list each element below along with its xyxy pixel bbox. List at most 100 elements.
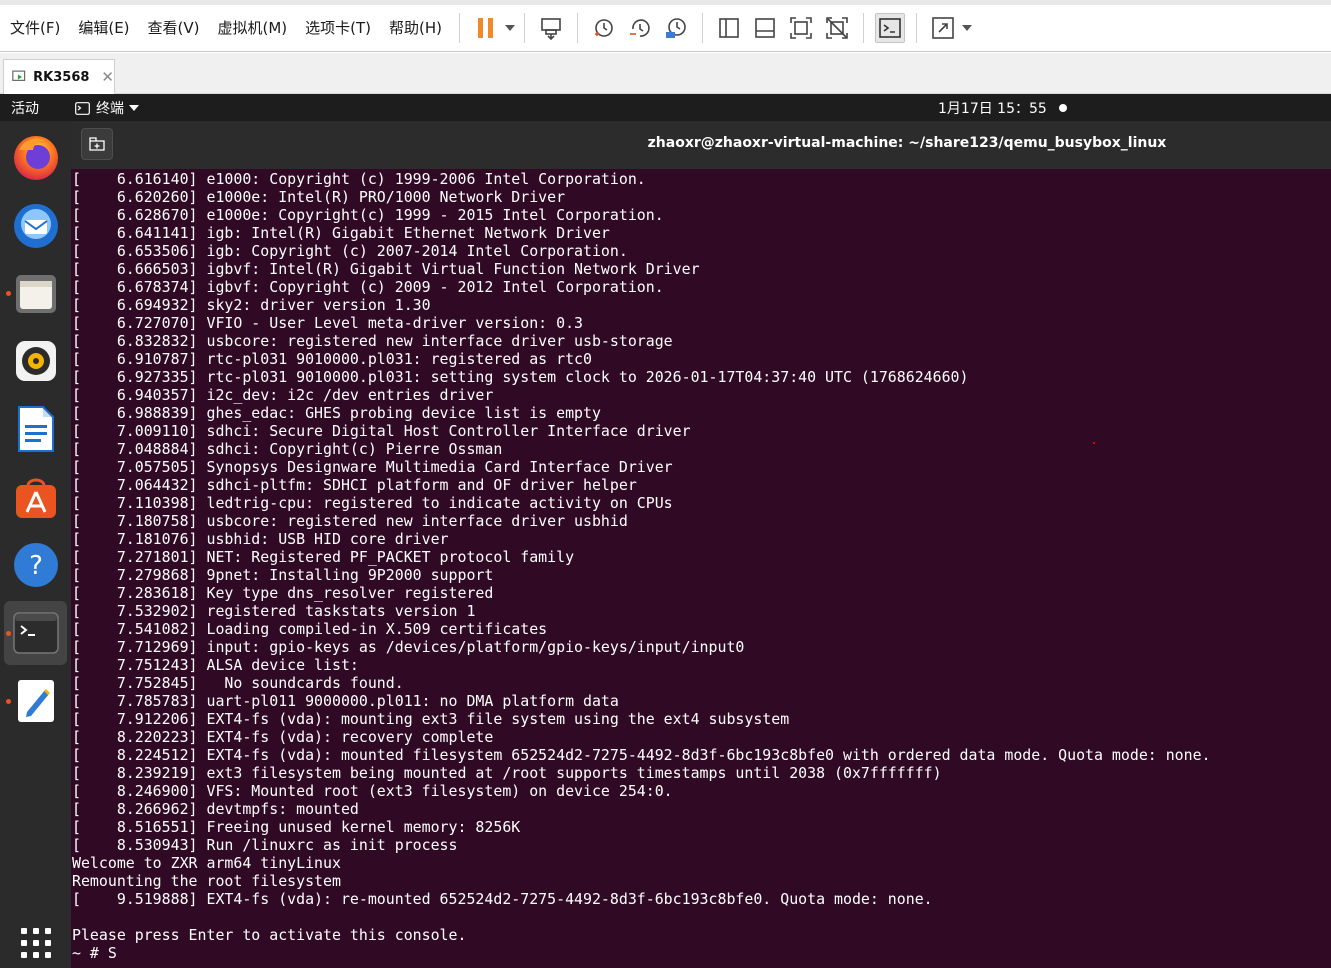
terminal-line: [ 9.519888] EXT4-fs (vda): re-mounted 65… bbox=[72, 890, 933, 908]
terminal-line: [ 6.940357] i2c_dev: i2c /dev entries dr… bbox=[72, 386, 494, 404]
terminal-line: Please press Enter to activate this cons… bbox=[72, 926, 467, 944]
terminal-line: [ 6.910787] rtc-pl031 9010000.pl031: reg… bbox=[72, 350, 592, 368]
close-icon[interactable]: ✕ bbox=[101, 68, 114, 86]
ubuntu-top-bar: 活动 终端 1月17日 15：55 bbox=[0, 94, 1331, 121]
toolbar-separator bbox=[702, 13, 704, 43]
help-icon: ? bbox=[13, 543, 58, 587]
toolbar-separator bbox=[863, 13, 865, 43]
terminal-line: [ 7.751243] ALSA device list: bbox=[72, 656, 359, 674]
fullscreen-icon[interactable] bbox=[786, 13, 816, 43]
thumbnail-view-icon[interactable] bbox=[750, 13, 780, 43]
terminal-line: [ 7.785783] uart-pl011 9000000.pl011: no… bbox=[72, 692, 619, 710]
library-view-icon[interactable] bbox=[714, 13, 744, 43]
menu-edit[interactable]: 编辑(E) bbox=[69, 13, 138, 43]
libreoffice-writer-icon bbox=[17, 406, 54, 452]
terminal-line: [ 7.009110] sdhci: Secure Digital Host C… bbox=[72, 422, 691, 440]
menu-vm[interactable]: 虚拟机(M) bbox=[209, 13, 297, 43]
terminal-line: [ 8.220223] EXT4-fs (vda): recovery comp… bbox=[72, 728, 494, 746]
terminal-line: [ 8.266962] devtmpfs: mounted bbox=[72, 800, 359, 818]
app-center-icon bbox=[15, 478, 56, 518]
terminal-line: [ 6.653506] igb: Copyright (c) 2007-2014… bbox=[72, 242, 628, 260]
terminal-line: [ 6.616140] e1000: Copyright (c) 1999-20… bbox=[72, 170, 646, 188]
terminal-line: [ 7.048884] sdhci: Copyright(c) Pierre O… bbox=[72, 440, 503, 458]
snapshot-icon[interactable] bbox=[589, 13, 619, 43]
terminal-line: [ 6.927335] rtc-pl031 9010000.pl031: set… bbox=[72, 368, 969, 386]
terminal-line: [ 6.620260] e1000e: Intel(R) PRO/1000 Ne… bbox=[72, 188, 566, 206]
app-menu[interactable]: 终端 bbox=[75, 98, 139, 118]
terminal-line: [ 7.181076] usbhid: USB HID core driver bbox=[72, 530, 449, 548]
vmware-menubar: 文件(F) 编辑(E) 查看(V) 虚拟机(M) 选项卡(T) 帮助(H) bbox=[0, 0, 1331, 52]
dock-item-files[interactable] bbox=[4, 261, 67, 325]
dock-item-text-editor[interactable] bbox=[4, 669, 67, 733]
dock-item-thunderbird[interactable] bbox=[4, 193, 67, 257]
dock-item-writer[interactable] bbox=[4, 397, 67, 461]
running-indicator bbox=[6, 631, 11, 636]
dock-item-show-apps[interactable] bbox=[4, 911, 67, 968]
toolbar-separator bbox=[524, 13, 526, 43]
terminal-line: [ 6.678374] igbvf: Copyright (c) 2009 - … bbox=[72, 278, 664, 296]
menu-help[interactable]: 帮助(H) bbox=[380, 13, 451, 43]
vm-tab-strip: RK3568 ✕ bbox=[0, 53, 1331, 94]
terminal-line: [ 8.239219] ext3 filesystem being mounte… bbox=[72, 764, 942, 782]
terminal-icon bbox=[12, 612, 59, 654]
send-keys-icon[interactable] bbox=[536, 13, 566, 43]
terminal-line: [ 7.271801] NET: Registered PF_PACKET pr… bbox=[72, 548, 575, 566]
running-indicator bbox=[6, 291, 11, 296]
notification-dot-icon bbox=[1059, 104, 1067, 112]
terminal-title: zhaoxr@zhaoxr-virtual-machine: ~/share12… bbox=[647, 135, 1167, 151]
toolbar-separator bbox=[577, 13, 579, 43]
terminal-line: [ 6.727070] VFIO - User Level meta-drive… bbox=[72, 314, 584, 332]
firefox-icon bbox=[13, 136, 58, 180]
terminal-line: [ 7.532902] registered taskstats version… bbox=[72, 602, 476, 620]
terminal-small-icon bbox=[75, 101, 90, 115]
terminal-line: [ 7.279868] 9pnet: Installing 9P2000 sup… bbox=[72, 566, 494, 584]
terminal-line: [ 7.064432] sdhci-pltfm: SDHCI platform … bbox=[72, 476, 637, 494]
terminal-line: [ 6.988839] ghes_edac: GHES probing devi… bbox=[72, 404, 601, 422]
console-view-icon[interactable] bbox=[875, 13, 906, 43]
terminal-line: [ 8.224512] EXT4-fs (vda): mounted files… bbox=[72, 746, 1211, 764]
revert-snapshot-icon[interactable] bbox=[625, 13, 655, 43]
text-editor-icon bbox=[17, 680, 54, 722]
terminal-line: [ 7.283618] Key type dns_resolver regist… bbox=[72, 584, 494, 602]
dock-item-help[interactable]: ? bbox=[4, 533, 67, 597]
menu-file[interactable]: 文件(F) bbox=[1, 13, 69, 43]
app-name: 终端 bbox=[96, 101, 124, 117]
terminal-line: Welcome to ZXR arm64 tinyLinux bbox=[72, 854, 341, 872]
pause-dropdown-icon[interactable] bbox=[504, 13, 516, 43]
dock-item-firefox[interactable] bbox=[4, 125, 67, 189]
terminal-line: [ 7.752845] No soundcards found. bbox=[72, 674, 404, 692]
terminal-line: [ 7.541082] Loading compiled-in X.509 ce… bbox=[72, 620, 548, 638]
vm-icon bbox=[12, 70, 26, 81]
dock: ? bbox=[0, 121, 71, 968]
terminal-line: [ 8.530943] Run /linuxrc as init process bbox=[72, 836, 458, 854]
terminal-line: [ 8.246900] VFS: Mounted root (ext3 file… bbox=[72, 782, 673, 800]
terminal-line: [ 7.180758] usbcore: registered new inte… bbox=[72, 512, 628, 530]
terminal-line: [ 6.641141] igb: Intel(R) Gigabit Ethern… bbox=[72, 224, 610, 242]
red-pixel-mark bbox=[1093, 442, 1095, 444]
svg-text:?: ? bbox=[29, 551, 43, 581]
unity-icon[interactable] bbox=[822, 13, 852, 43]
terminal-line: [ 7.712969] input: gpio-keys as /devices… bbox=[72, 638, 745, 656]
dock-item-rhythmbox[interactable] bbox=[4, 329, 67, 393]
pause-icon[interactable] bbox=[471, 13, 501, 43]
thunderbird-icon bbox=[13, 204, 58, 248]
menu-tabs[interactable]: 选项卡(T) bbox=[296, 13, 380, 43]
activities-button[interactable]: 活动 bbox=[11, 98, 39, 118]
vm-tab[interactable]: RK3568 ✕ bbox=[3, 59, 115, 94]
terminal-lines: [ 6.616140] e1000: Copyright (c) 1999-20… bbox=[71, 169, 1331, 962]
toolbar-separator bbox=[459, 13, 461, 43]
stretch-icon[interactable] bbox=[928, 13, 958, 43]
clock[interactable]: 1月17日 15：55 bbox=[938, 98, 1047, 118]
dock-item-app-center[interactable] bbox=[4, 465, 67, 529]
terminal-line: [ 6.628670] e1000e: Copyright(c) 1999 - … bbox=[72, 206, 664, 224]
terminal-output[interactable]: [ 6.616140] e1000: Copyright (c) 1999-20… bbox=[71, 169, 1331, 968]
terminal-header-bar: zhaoxr@zhaoxr-virtual-machine: ~/share12… bbox=[71, 121, 1331, 169]
menu-view[interactable]: 查看(V) bbox=[139, 13, 209, 43]
terminal-line: ~ # S bbox=[72, 944, 117, 962]
dock-item-terminal[interactable] bbox=[4, 601, 67, 665]
stretch-dropdown-icon[interactable] bbox=[961, 13, 973, 43]
terminal-line: [ 7.057505] Synopsys Designware Multimed… bbox=[72, 458, 673, 476]
snapshot-manager-icon[interactable] bbox=[661, 13, 691, 43]
terminal-line: Remounting the root filesystem bbox=[72, 872, 341, 890]
